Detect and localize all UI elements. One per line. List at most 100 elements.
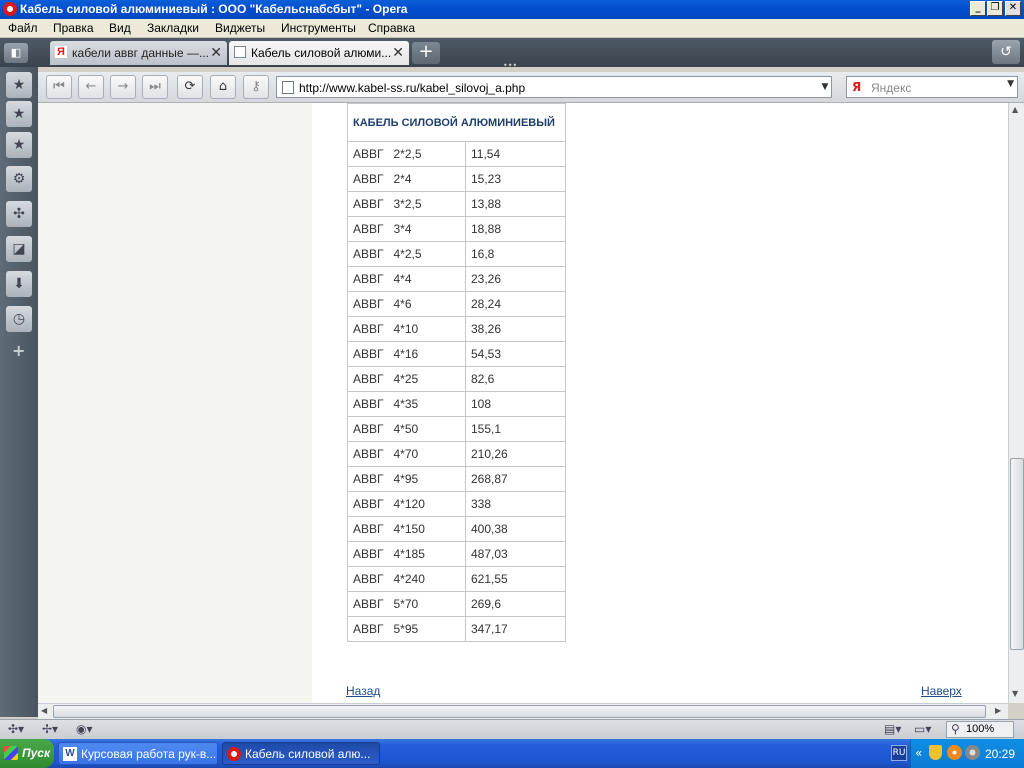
page-favicon-icon: [234, 46, 246, 58]
back-icon[interactable]: ←: [78, 75, 104, 99]
address-dropdown-icon[interactable]: ▼: [818, 76, 832, 98]
widgets-gear-icon[interactable]: ⚙: [6, 166, 32, 192]
image-toggle-icon[interactable]: ▭▾: [914, 722, 931, 736]
page-view-icon[interactable]: ▤▾: [884, 722, 901, 736]
navigation-bar: ⏮ ← → ⏭ ⟳ ⌂ ⚷ http://www.kabel-ss.ru/kab…: [38, 72, 1024, 103]
sync-icon[interactable]: ◉▾: [76, 722, 93, 736]
table-row: АВВГ 4*25 82,6: [347, 366, 566, 392]
cable-price-cell: 210,26: [465, 441, 566, 467]
yandex-favicon-icon: Я: [55, 46, 67, 58]
cable-price-cell: 18,88: [465, 216, 566, 242]
table-row: АВВГ 4*120 338: [347, 491, 566, 517]
cable-price-cell: 38,26: [465, 316, 566, 342]
vertical-scroll-thumb[interactable]: [1010, 458, 1024, 650]
window-title-bar[interactable]: Кабель силовой алюминиевый : ООО "Кабель…: [0, 0, 1024, 19]
notes-icon[interactable]: ◪: [6, 236, 32, 262]
unite-status-icon[interactable]: ✣▾: [8, 722, 24, 736]
menu-widgets[interactable]: Виджеты: [215, 21, 265, 35]
cable-price-cell: 621,55: [465, 566, 566, 592]
bookmark-star-icon[interactable]: ★: [6, 72, 32, 98]
table-row: АВВГ 4*10 38,26: [347, 316, 566, 342]
language-indicator[interactable]: RU: [891, 745, 907, 761]
menu-help[interactable]: Справка: [368, 21, 415, 35]
cable-price-cell: 108: [465, 391, 566, 417]
unite-icon[interactable]: ✣: [6, 201, 32, 227]
taskbar-item-word[interactable]: W Курсовая работа рук-в...: [58, 742, 218, 765]
word-icon: W: [63, 747, 77, 761]
panel-toggle-icon[interactable]: ◧: [4, 43, 28, 63]
cable-name-cell: АВВГ 4*50: [347, 416, 466, 442]
scroll-right-icon[interactable]: ▶: [995, 706, 1001, 715]
table-row: АВВГ 4*70 210,26: [347, 441, 566, 467]
cable-price-cell: 28,24: [465, 291, 566, 317]
cable-price-cell: 268,87: [465, 466, 566, 492]
wand-key-icon[interactable]: ⚷: [243, 75, 269, 99]
tab-kabel-page[interactable]: Кабель силовой алюми... ✕: [229, 41, 409, 65]
opera-icon: [227, 747, 241, 761]
taskbar-item-opera[interactable]: Кабель силовой алю...: [222, 742, 380, 765]
zoom-level: 100%: [966, 723, 995, 735]
reload-icon[interactable]: ⟳: [177, 75, 203, 99]
cable-price-cell: 23,26: [465, 266, 566, 292]
cable-name-cell: АВВГ 4*10: [347, 316, 466, 342]
scroll-down-icon[interactable]: ▼: [1012, 689, 1018, 698]
scroll-left-icon[interactable]: ◀: [41, 706, 47, 715]
page-icon: [282, 81, 294, 94]
tray-app-icon[interactable]: [947, 745, 962, 760]
tab-yandex-search[interactable]: Я кабели аввг данные —... ✕: [50, 41, 227, 65]
home-icon[interactable]: ⌂: [210, 75, 236, 99]
cable-name-cell: АВВГ 3*2,5: [347, 191, 466, 217]
history-clock-icon[interactable]: ◷: [6, 306, 32, 332]
turbo-icon[interactable]: ✢▾: [42, 722, 58, 736]
taskbar-item-label: Кабель силовой алю...: [245, 747, 371, 761]
security-shield-icon[interactable]: [929, 745, 942, 760]
search-field[interactable]: Я Яндекс ▼: [846, 76, 1018, 98]
close-window-button[interactable]: ✕: [1005, 1, 1021, 16]
bookmark-star-icon[interactable]: ★: [6, 101, 32, 127]
address-bar[interactable]: http://www.kabel-ss.ru/kabel_silovoj_a.p…: [276, 76, 832, 98]
menu-edit[interactable]: Правка: [53, 21, 94, 35]
table-row: АВВГ 4*35 108: [347, 391, 566, 417]
vertical-scrollbar[interactable]: ▲ ▼: [1008, 103, 1024, 703]
back-link[interactable]: Назад: [346, 684, 380, 698]
cable-name-cell: АВВГ 4*2,5: [347, 241, 466, 267]
menu-tools[interactable]: Инструменты: [281, 21, 356, 35]
minimize-button[interactable]: _: [970, 1, 986, 16]
bookmarks-panel-icon[interactable]: ★: [6, 132, 32, 158]
start-button[interactable]: Пуск: [0, 739, 54, 768]
opera-logo-icon: [3, 2, 17, 16]
status-bar: ✣▾ ✢▾ ◉▾ ▤▾ ▭▾ ⚲ 100%: [0, 719, 1024, 739]
tray-disk-icon[interactable]: [965, 745, 980, 760]
forward-icon[interactable]: →: [110, 75, 136, 99]
rewind-icon[interactable]: ⏮: [46, 75, 72, 99]
cable-name-cell: АВВГ 4*240: [347, 566, 466, 592]
table-row: АВВГ 4*6 28,24: [347, 291, 566, 317]
horizontal-scroll-thumb[interactable]: [53, 705, 986, 718]
fast-forward-icon[interactable]: ⏭: [142, 75, 168, 99]
horizontal-scrollbar[interactable]: ◀ ▶: [38, 703, 1008, 719]
menu-view[interactable]: Вид: [109, 21, 131, 35]
close-tab-icon[interactable]: ✕: [210, 44, 222, 61]
menu-file[interactable]: Файл: [8, 21, 38, 35]
cable-price-cell: 82,6: [465, 366, 566, 392]
drag-handle-icon[interactable]: •••: [503, 62, 519, 70]
downloads-icon[interactable]: ⬇: [6, 271, 32, 297]
cable-price-cell: 487,03: [465, 541, 566, 567]
add-panel-icon[interactable]: +: [12, 341, 25, 360]
url-field[interactable]: http://www.kabel-ss.ru/kabel_silovoj_a.p…: [299, 81, 525, 95]
to-top-link[interactable]: Наверх: [921, 684, 962, 698]
new-tab-button[interactable]: +: [412, 42, 440, 64]
table-row: АВВГ 5*95 347,17: [347, 616, 566, 642]
tray-expand-icon[interactable]: «: [915, 746, 922, 760]
cable-name-cell: АВВГ 3*4: [347, 216, 466, 242]
cable-name-cell: АВВГ 4*120: [347, 491, 466, 517]
close-tab-icon[interactable]: ✕: [392, 44, 404, 61]
cable-name-cell: АВВГ 4*4: [347, 266, 466, 292]
scroll-up-icon[interactable]: ▲: [1012, 105, 1018, 114]
closed-tabs-icon[interactable]: ↺: [992, 40, 1020, 64]
page-viewport: КАБЕЛЬ СИЛОВОЙ АЛЮМИНИЕВЫЙ АВВГ 2*2,5 11,…: [38, 103, 1008, 703]
maximize-button[interactable]: ❐: [987, 1, 1003, 16]
menu-bookmarks[interactable]: Закладки: [147, 21, 199, 35]
search-dropdown-icon[interactable]: ▼: [1007, 79, 1014, 89]
cable-price-cell: 269,6: [465, 591, 566, 617]
